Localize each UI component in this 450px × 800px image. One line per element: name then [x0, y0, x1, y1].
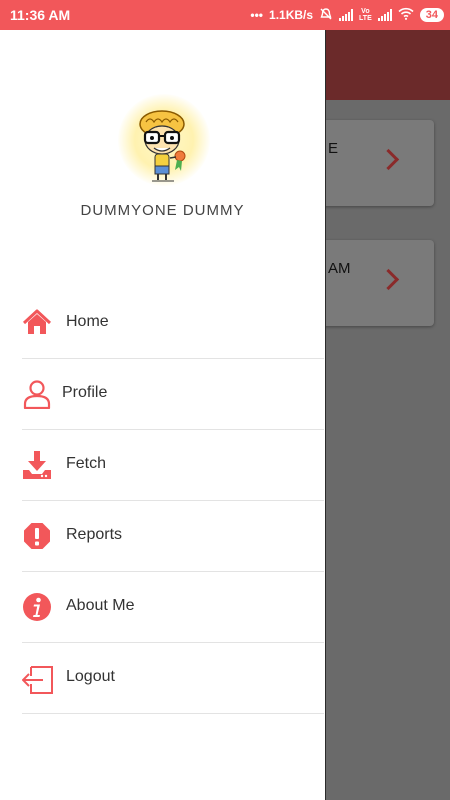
menu-item-label: Home — [66, 313, 109, 330]
alert-icon — [22, 521, 52, 551]
menu-item-profile[interactable]: Profile — [22, 359, 324, 430]
volte-icon: Vo LTE — [359, 8, 372, 22]
home-icon — [22, 308, 52, 338]
menu-item-label: Profile — [62, 384, 108, 401]
chevron-right-icon — [377, 148, 400, 171]
status-icons: ••• 1.1KB/s Vo LTE 34 — [250, 6, 444, 24]
download-icon — [22, 450, 52, 480]
background-card-text: E — [328, 140, 339, 157]
network-speed: 1.1KB/s — [269, 8, 314, 22]
more-icon: ••• — [250, 8, 264, 22]
chevron-right-icon — [377, 268, 400, 291]
info-icon — [22, 592, 52, 622]
menu-item-label: Logout — [66, 668, 115, 685]
menu-item-about-me[interactable]: About Me — [22, 572, 324, 643]
menu-item-label: Fetch — [66, 455, 107, 472]
user-name: DUMMYONE DUMMY — [80, 202, 245, 219]
menu-item-label: About Me — [66, 597, 135, 614]
menu-item-label: Reports — [66, 526, 123, 543]
logout-icon — [21, 663, 53, 694]
background-card-text: AM — [328, 260, 351, 277]
drawer-menu: Home Profile Fetch Reports About Me Logo… — [21, 288, 324, 714]
navigation-drawer: DUMMYONE DUMMY Home Profile Fetch Report… — [0, 30, 326, 800]
user-icon — [22, 379, 52, 410]
signal-icon-2 — [377, 9, 392, 21]
menu-item-reports[interactable]: Reports — [22, 501, 324, 572]
status-bar: 11:36 AM ••• 1.1KB/s Vo LTE 34 — [0, 0, 450, 30]
menu-item-logout[interactable]: Logout — [21, 643, 324, 714]
status-time: 11:36 AM — [10, 7, 71, 23]
mute-icon — [319, 7, 333, 24]
signal-icon — [339, 9, 354, 21]
battery-icon: 34 — [419, 8, 444, 22]
menu-item-home[interactable]: Home — [22, 288, 324, 359]
avatar[interactable] — [118, 94, 210, 186]
wifi-icon — [398, 7, 414, 23]
menu-item-fetch[interactable]: Fetch — [22, 430, 324, 501]
nerd-avatar-icon — [139, 110, 186, 182]
